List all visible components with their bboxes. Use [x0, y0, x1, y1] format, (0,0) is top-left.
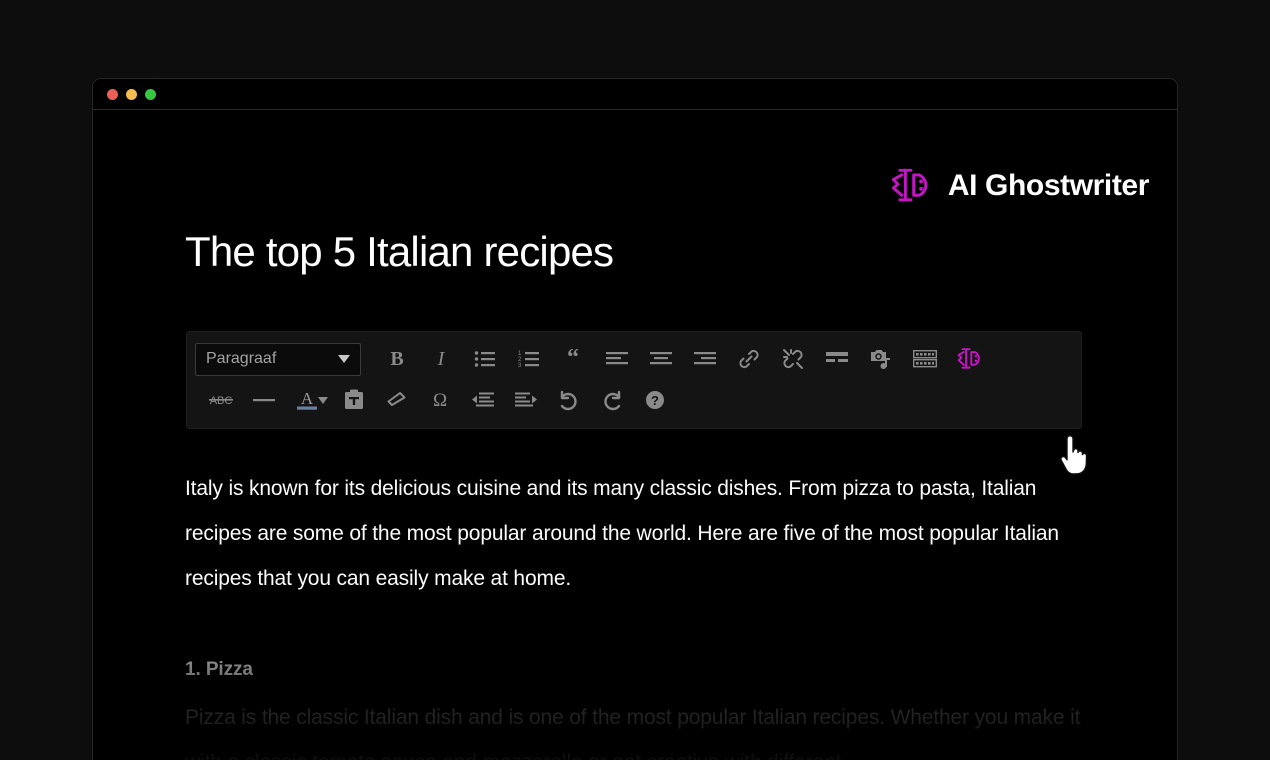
chevron-down-icon: [338, 355, 350, 363]
keyboard-icon: [913, 350, 937, 368]
bullet-list-button[interactable]: [463, 340, 507, 378]
strikethrough-icon: ABC: [208, 395, 233, 407]
insert-table-button[interactable]: [815, 340, 859, 378]
bold-icon: B: [390, 348, 403, 370]
paste-as-text-button[interactable]: [332, 383, 375, 417]
bullet-list-icon: [474, 351, 495, 367]
svg-text:A: A: [300, 389, 313, 408]
toolbar-row-1: Paragraaf B I 1 2 3 “: [195, 338, 1073, 380]
numbered-list-button[interactable]: 1 2 3: [507, 340, 551, 378]
format-select-value: Paragraaf: [206, 350, 277, 367]
numbered-list-icon: 1 2 3: [518, 351, 539, 368]
editor-toolbar: Paragraaf B I 1 2 3 “ ABC A Ω ?: [186, 331, 1082, 429]
faded-paragraph: Pizza is the classic Italian dish and is…: [185, 706, 1081, 760]
svg-text:B: B: [390, 348, 403, 370]
clear-format-button[interactable]: [375, 383, 418, 417]
insert-media-button[interactable]: [859, 340, 903, 378]
app-root: AI Ghostwriter The top 5 Italian recipes…: [0, 0, 1270, 760]
section-heading: 1. Pizza: [185, 659, 253, 680]
help-icon: ?: [645, 391, 664, 409]
page-title: The top 5 Italian recipes: [185, 228, 614, 275]
undo-button[interactable]: [547, 383, 590, 417]
svg-text:ABC: ABC: [209, 395, 232, 407]
svg-text:?: ?: [651, 393, 659, 408]
unlink-button[interactable]: [771, 340, 815, 378]
app-window: AI Ghostwriter The top 5 Italian recipes…: [92, 78, 1178, 760]
align-left-button[interactable]: [595, 340, 639, 378]
align-center-icon: [650, 352, 672, 365]
svg-text:Ω: Ω: [432, 390, 446, 411]
bold-button[interactable]: B: [375, 340, 419, 378]
redo-icon: [603, 390, 620, 411]
text-color-icon: A: [296, 389, 317, 410]
svg-text:I: I: [437, 348, 446, 370]
ai-ghostwriter-logo-icon: [891, 168, 928, 202]
strikethrough-button[interactable]: ABC: [199, 383, 242, 417]
outdent-icon: [471, 392, 494, 407]
source-code-button[interactable]: [903, 340, 947, 378]
unlink-icon: [783, 349, 803, 369]
indent-button[interactable]: [504, 383, 547, 417]
media-icon: [871, 350, 890, 369]
align-left-icon: [606, 352, 628, 365]
toolbar-row-2: ABC A Ω ?: [195, 380, 1073, 420]
svg-text:“: “: [567, 349, 579, 369]
indent-icon: [514, 392, 537, 407]
format-select[interactable]: Paragraaf: [195, 342, 361, 376]
body-paragraph: Italy is known for its delicious cuisine…: [185, 477, 1059, 590]
quote-icon: “: [567, 349, 579, 369]
italic-icon: I: [437, 348, 446, 370]
link-button[interactable]: [727, 340, 771, 378]
align-center-button[interactable]: [639, 340, 683, 378]
undo-icon: [560, 390, 577, 411]
horizontal-rule-button[interactable]: [242, 383, 285, 417]
align-right-icon: [694, 352, 716, 365]
document-body[interactable]: Italy is known for its delicious cuisine…: [185, 466, 1085, 760]
brand-name: AI Ghostwriter: [947, 169, 1149, 202]
horizontal-rule-icon: [252, 399, 275, 402]
minimize-window-button[interactable]: [126, 88, 137, 100]
italic-button[interactable]: I: [419, 340, 463, 378]
table-icon: [826, 352, 848, 362]
redo-button[interactable]: [590, 383, 633, 417]
align-right-button[interactable]: [683, 340, 727, 378]
eraser-icon: [387, 392, 405, 406]
window-titlebar: [93, 79, 1177, 110]
brand: AI Ghostwriter: [886, 164, 1149, 208]
close-window-button[interactable]: [107, 88, 118, 100]
link-icon: [739, 349, 759, 369]
ai-ghostwriter-button[interactable]: [947, 340, 991, 378]
paste-text-icon: [344, 389, 363, 409]
outdent-button[interactable]: [461, 383, 504, 417]
omega-icon: Ω: [432, 390, 446, 411]
special-char-button[interactable]: Ω: [418, 383, 461, 417]
editor-page: AI Ghostwriter The top 5 Italian recipes…: [93, 110, 1177, 760]
maximize-window-button[interactable]: [145, 88, 156, 100]
chevron-down-icon[interactable]: [318, 396, 328, 404]
blockquote-button[interactable]: “: [551, 340, 595, 378]
ai-ghostwriter-icon: [957, 348, 980, 369]
help-button[interactable]: ?: [633, 383, 676, 417]
svg-text:3: 3: [518, 363, 522, 368]
